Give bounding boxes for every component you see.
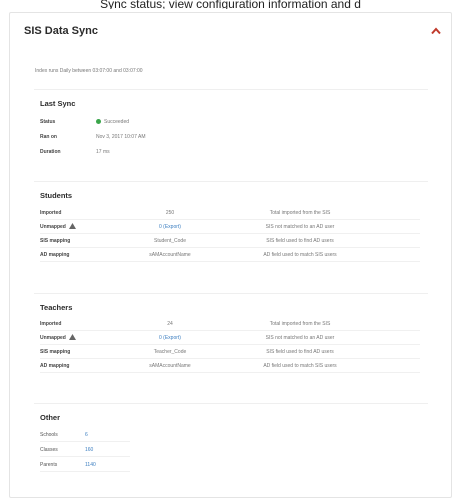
section-title: Other	[40, 413, 61, 422]
row-label: Unmapped	[40, 332, 76, 344]
row-description: SIS field used to find AD users	[266, 238, 334, 244]
row-description: AD field used to match SIS users	[263, 363, 337, 369]
row-label: Schools	[40, 432, 58, 438]
row-value: 24	[167, 321, 173, 327]
unmapped-label: Unmapped	[40, 224, 66, 230]
status-value: Succeeded	[96, 117, 129, 127]
export-link[interactable]: 0 (Export)	[130, 221, 210, 233]
row-value: sAMAccountName	[149, 252, 191, 258]
section-students: Students Imported 250 Total imported fro…	[34, 181, 428, 292]
table-row: Unmapped 0 (Export) SIS not matched to a…	[40, 221, 420, 234]
table-row: AD mapping sAMAccountName AD field used …	[40, 249, 420, 262]
table-row: AD mapping sAMAccountName AD field used …	[40, 360, 420, 373]
table-row: Schools 6	[40, 429, 130, 442]
row-value: sAMAccountName	[149, 363, 191, 369]
row-label: SIS mapping	[40, 238, 71, 244]
row-description: SIS not matched to an AD user	[265, 224, 335, 230]
warning-icon	[68, 334, 76, 340]
section-last-sync: Last Sync Status Succeeded Ran on Nov 3,…	[34, 89, 428, 180]
row-description: SIS field used to find AD users	[266, 349, 334, 355]
row-label: Imported	[40, 210, 62, 216]
row-value: 250	[165, 210, 175, 216]
row-description: SIS not matched to an AD user	[265, 335, 335, 341]
row-label: Parents	[40, 462, 58, 468]
success-status-icon	[96, 118, 101, 124]
table-row: Unmapped 0 (Export) SIS not matched to a…	[40, 332, 420, 345]
row-label: AD mapping	[40, 252, 70, 258]
row-value: 1140	[85, 462, 96, 468]
row-label: Unmapped	[40, 221, 76, 233]
table-row: Classes 160	[40, 444, 130, 457]
row-description: Total imported from the SIS	[269, 210, 331, 216]
table-row: Imported 250 Total imported from the SIS	[40, 207, 420, 220]
page-caption: Sync status; view configuration informat…	[100, 0, 361, 9]
table-row: Parents 1140	[40, 459, 130, 472]
section-other: Other Schools 6 Classes 160 Parents 1140	[34, 403, 428, 494]
section-title: Students	[40, 191, 73, 200]
table-row: SIS mapping Student_Code SIS field used …	[40, 235, 420, 248]
panel-header[interactable]: SIS Data Sync	[10, 13, 451, 49]
row-label: SIS mapping	[40, 349, 71, 355]
export-link[interactable]: 0 (Export)	[130, 332, 210, 344]
panel-title: SIS Data Sync	[24, 25, 98, 37]
row-value: 6	[85, 432, 88, 438]
row-label: Classes	[40, 447, 58, 453]
sis-data-sync-panel: SIS Data Sync Index runs Daily between 0…	[9, 12, 452, 498]
row-value: 160	[85, 447, 94, 453]
unmapped-label: Unmapped	[40, 335, 66, 341]
warning-icon	[68, 223, 76, 229]
row-value: Student_Code	[154, 238, 186, 244]
section-title: Teachers	[40, 303, 73, 312]
row-label: AD mapping	[40, 363, 70, 369]
section-teachers: Teachers Imported 24 Total imported from…	[34, 293, 428, 404]
table-row: Imported 24 Total imported from the SIS	[40, 318, 420, 331]
row-description: AD field used to match SIS users	[263, 252, 337, 258]
row-value: Teacher_Code	[153, 349, 187, 355]
section-title: Last Sync	[40, 99, 76, 108]
duration-value: 17 ms	[96, 149, 110, 155]
row-label: Imported	[40, 321, 62, 327]
table-row: SIS mapping Teacher_Code SIS field used …	[40, 346, 420, 359]
chevron-up-icon[interactable]	[431, 27, 441, 35]
status-text: Succeeded	[104, 119, 130, 125]
row-description: Total imported from the SIS	[269, 321, 331, 327]
ran-on-value: Nov 3, 2017 10:07 AM	[96, 134, 146, 140]
schedule-text: Index runs Daily between 03:07:00 and 03…	[35, 68, 143, 74]
